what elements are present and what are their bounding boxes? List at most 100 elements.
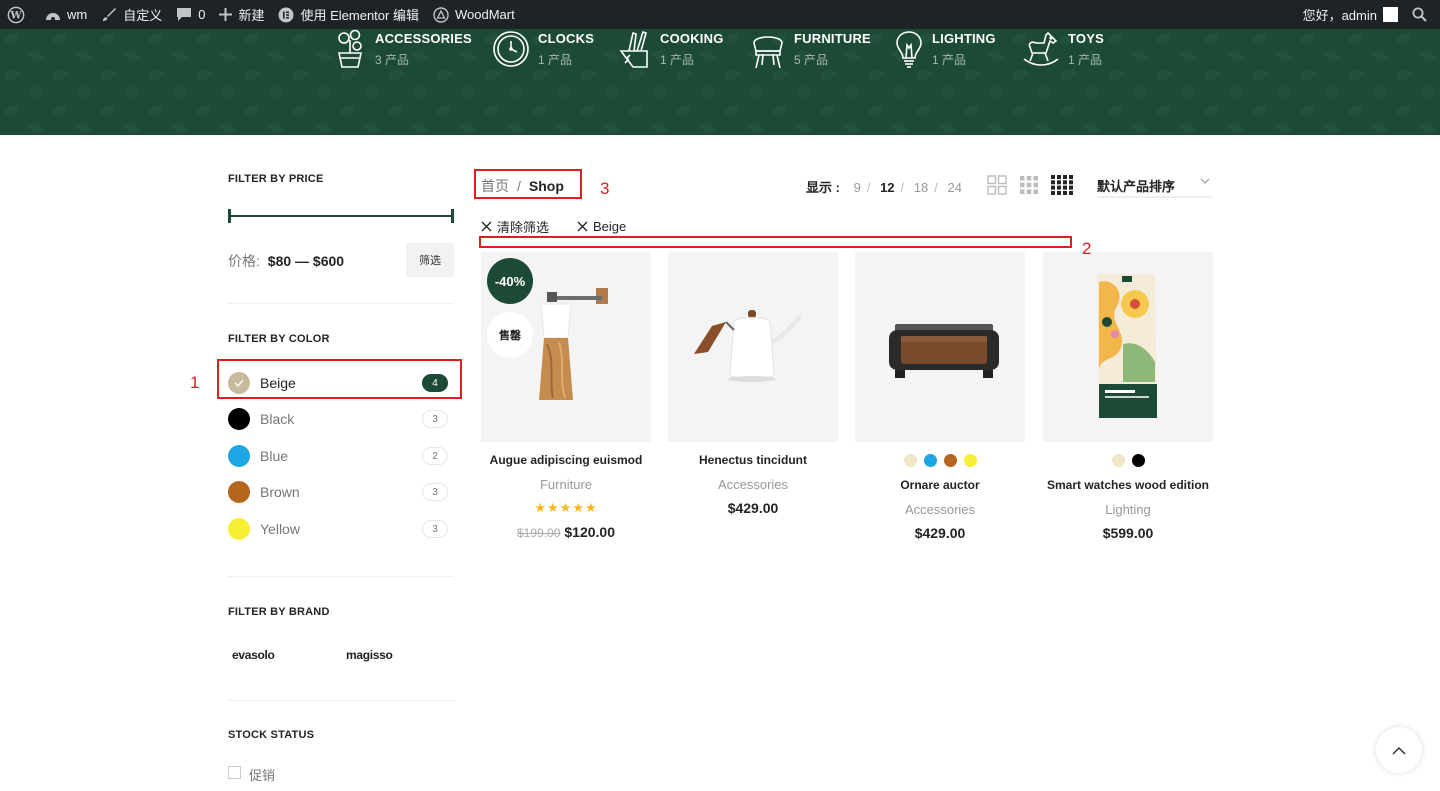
brush-icon — [103, 7, 117, 21]
product-card[interactable]: Smart watches wood edition Lighting $599… — [1043, 252, 1213, 541]
annotation-number-2: 2 — [1082, 239, 1092, 258]
close-icon — [577, 221, 588, 232]
brand-magisso-logo[interactable]: magisso — [346, 648, 393, 662]
product-color-swatches — [855, 454, 1025, 467]
annotation-box-1 — [217, 359, 462, 399]
perpage-option-9[interactable]: 9 — [854, 180, 861, 195]
beige-filter-label: Beige — [593, 219, 627, 234]
plus-icon — [219, 8, 233, 21]
color-count: 2 — [422, 447, 448, 465]
wordpress-logo-icon[interactable]: W — [0, 0, 38, 29]
knife-block-icon — [619, 30, 648, 68]
site-name-link[interactable]: wm — [38, 0, 94, 29]
sort-select[interactable]: 默认产品排序 — [1097, 168, 1212, 198]
comments-link[interactable]: 0 — [169, 0, 212, 29]
category-toys[interactable]: TOYS 1 产品 — [1022, 29, 1142, 75]
product-price: $199.00 $120.00 — [481, 524, 651, 540]
grid-3-icon[interactable] — [1019, 175, 1039, 195]
perpage-option-12[interactable]: 12 — [880, 180, 894, 195]
product-image[interactable] — [1043, 252, 1213, 442]
product-card[interactable]: Ornare auctor Accessories $429.00 — [855, 252, 1025, 541]
category-count: 5 产品 — [794, 53, 829, 67]
color-filter-blue[interactable]: Blue 2 — [228, 444, 450, 468]
price-slider[interactable] — [228, 209, 454, 223]
perpage-option-18[interactable]: 18 — [914, 180, 928, 195]
on-sale-checkbox[interactable] — [228, 766, 241, 779]
swatch-brown[interactable] — [943, 454, 957, 467]
clear-filters-button[interactable]: 清除筛选 — [481, 217, 549, 236]
scroll-to-top-button[interactable] — [1376, 727, 1422, 773]
remove-beige-filter-button[interactable]: Beige — [577, 217, 626, 236]
perpage-option-24[interactable]: 24 — [948, 180, 962, 195]
product-category[interactable]: Accessories — [668, 477, 838, 492]
product-price: $599.00 — [1102, 525, 1154, 541]
woodmart-link[interactable]: WoodMart — [426, 0, 522, 29]
category-name: TOYS — [1068, 31, 1104, 46]
rocking-horse-icon — [1023, 31, 1059, 66]
category-clocks[interactable]: CLOCKS 1 产品 — [492, 29, 617, 75]
product-title[interactable]: Ornare auctor — [855, 478, 1025, 492]
product-title[interactable]: Augue adipiscing euismod — [481, 453, 651, 467]
clear-filters-label: 清除筛选 — [497, 220, 550, 235]
search-icon — [1412, 7, 1427, 22]
grid-4-icon[interactable] — [1051, 175, 1073, 195]
annotation-number-1: 1 — [190, 373, 200, 392]
divider — [228, 576, 454, 577]
woodmart-icon — [433, 6, 449, 23]
swatch-beige[interactable] — [1111, 454, 1125, 467]
category-name: COOKING — [660, 31, 724, 46]
price-range-display: 价格: $80 — $600 — [228, 251, 344, 271]
price-filter-button[interactable]: 筛选 — [406, 243, 454, 277]
color-filter-yellow[interactable]: Yellow 3 — [228, 517, 450, 541]
category-lighting[interactable]: LIGHTING 1 产品 — [894, 29, 1022, 75]
customize-label: 自定义 — [123, 8, 163, 23]
product-image[interactable] — [855, 252, 1025, 442]
grid-2-icon[interactable] — [987, 175, 1007, 195]
category-name: LIGHTING — [932, 31, 996, 46]
products-per-page: 显示 : 9 / 12 / 18 / 24 — [806, 177, 968, 196]
color-count: 3 — [422, 483, 448, 501]
chevron-up-icon — [1392, 746, 1406, 755]
category-count: 1 产品 — [932, 53, 967, 67]
admin-search-button[interactable] — [1405, 0, 1440, 29]
product-card[interactable]: -40% 售罄 Augue adipiscing euismod Furnitu… — [481, 252, 651, 540]
price-slider-range — [228, 215, 454, 217]
greeting-text: 您好，admin — [1302, 8, 1377, 23]
color-filter-black[interactable]: Black 3 — [228, 407, 450, 431]
swatch-yellow[interactable] — [963, 454, 977, 467]
product-image[interactable]: -40% 售罄 — [481, 252, 651, 442]
price-slider-max-handle[interactable] — [451, 209, 454, 223]
swatch-beige[interactable] — [903, 454, 917, 467]
sale-badge: -40% — [487, 258, 533, 304]
category-cooking[interactable]: COOKING 1 产品 — [617, 29, 750, 75]
customize-link[interactable]: 自定义 — [94, 0, 169, 29]
product-title[interactable]: Smart watches wood edition — [1043, 478, 1213, 492]
new-content-link[interactable]: 新建 — [212, 0, 271, 29]
chair-icon — [753, 36, 783, 69]
color-count: 3 — [422, 410, 448, 428]
clock-icon — [493, 31, 529, 67]
swatch-black[interactable] — [1131, 454, 1145, 467]
elementor-icon — [278, 7, 294, 22]
product-category[interactable]: Furniture — [481, 477, 651, 492]
category-accessories[interactable]: ACCESSORIES 3 产品 — [333, 29, 492, 75]
brand-evasolo-logo[interactable]: evasolo — [232, 648, 275, 662]
product-category[interactable]: Accessories — [855, 502, 1025, 517]
plant-pot-icon — [338, 29, 362, 68]
category-furniture[interactable]: FURNITURE 5 产品 — [750, 29, 894, 75]
annotation-box-2 — [479, 236, 1072, 248]
product-title[interactable]: Henectus tincidunt — [668, 453, 838, 467]
swatch-blue[interactable] — [923, 454, 937, 467]
price-slider-min-handle[interactable] — [228, 209, 231, 223]
perpage-label: 显示 : — [806, 180, 840, 195]
price-range-value: $80 — $600 — [267, 253, 345, 269]
account-menu[interactable]: 您好，admin — [1296, 0, 1405, 29]
site-name: wm — [67, 7, 88, 22]
elementor-edit-link[interactable]: 使用 Elementor 编辑 — [271, 0, 425, 29]
product-card[interactable]: Henectus tincidunt Accessories $429.00 — [668, 252, 838, 516]
color-filter-brown[interactable]: Brown 3 — [228, 480, 450, 504]
product-category[interactable]: Lighting — [1043, 502, 1213, 517]
divider — [228, 700, 454, 701]
stock-filter-title: STOCK STATUS — [228, 729, 315, 741]
product-image[interactable] — [668, 252, 838, 442]
